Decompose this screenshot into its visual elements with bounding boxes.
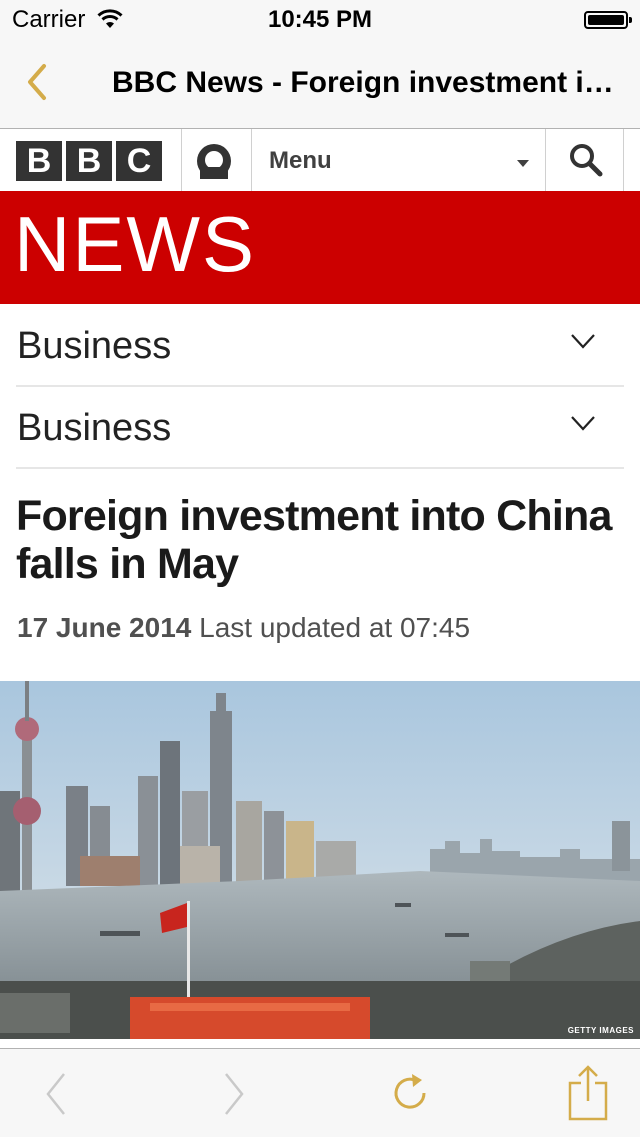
subsection-dropdown[interactable]: Business xyxy=(16,387,624,469)
menu-dropdown[interactable]: Menu xyxy=(252,129,545,191)
status-bar: Carrier 10:45 PM xyxy=(0,0,640,40)
navigation-bar: BBC News - Foreign investment into China… xyxy=(0,40,640,129)
reload-button[interactable] xyxy=(368,1049,448,1137)
clock: 10:45 PM xyxy=(267,6,373,33)
article-date: 17 June 2014 xyxy=(17,612,192,643)
browser-toolbar xyxy=(0,1048,640,1137)
article-headline: Foreign investment into China falls in M… xyxy=(16,492,612,588)
browser-forward-button[interactable] xyxy=(192,1049,272,1137)
chevron-down-icon xyxy=(571,416,595,431)
chevron-down-icon xyxy=(571,334,595,349)
section-dropdown[interactable]: Business xyxy=(16,305,624,387)
reload-icon xyxy=(394,1074,426,1109)
logo-letter: B xyxy=(66,141,112,181)
back-button[interactable] xyxy=(24,62,54,102)
image-credit: GETTY IMAGES xyxy=(567,1026,634,1035)
section-label: Business xyxy=(17,407,172,449)
search-button[interactable] xyxy=(546,129,624,191)
search-icon xyxy=(570,144,603,177)
article-updated: Last updated at 07:45 xyxy=(199,612,471,643)
bbc-logo[interactable]: B B C xyxy=(16,141,162,181)
article-dateline: 17 June 2014 Last updated at 07:45 xyxy=(17,612,470,644)
share-button[interactable] xyxy=(548,1049,628,1137)
chevron-left-icon xyxy=(46,1073,65,1115)
user-account-icon[interactable] xyxy=(196,143,232,179)
news-logo-text: NEWS xyxy=(14,200,256,288)
share-icon xyxy=(568,1065,608,1121)
caret-down-icon xyxy=(517,160,529,167)
bbc-header: B B C Menu xyxy=(0,129,640,193)
chevron-right-icon xyxy=(225,1073,244,1115)
page-title: BBC News - Foreign investment into China… xyxy=(112,66,617,99)
divider xyxy=(181,129,182,191)
city-skyline-image xyxy=(0,681,640,1039)
menu-label: Menu xyxy=(269,147,332,174)
browser-back-button[interactable] xyxy=(20,1049,100,1137)
battery-icon xyxy=(584,11,632,29)
logo-letter: C xyxy=(116,141,162,181)
news-banner[interactable]: NEWS xyxy=(0,191,640,304)
chevron-left-icon xyxy=(28,64,46,100)
logo-letter: B xyxy=(16,141,62,181)
article-image[interactable]: GETTY IMAGES xyxy=(0,681,640,1039)
section-label: Business xyxy=(17,325,172,367)
divider xyxy=(623,129,624,191)
